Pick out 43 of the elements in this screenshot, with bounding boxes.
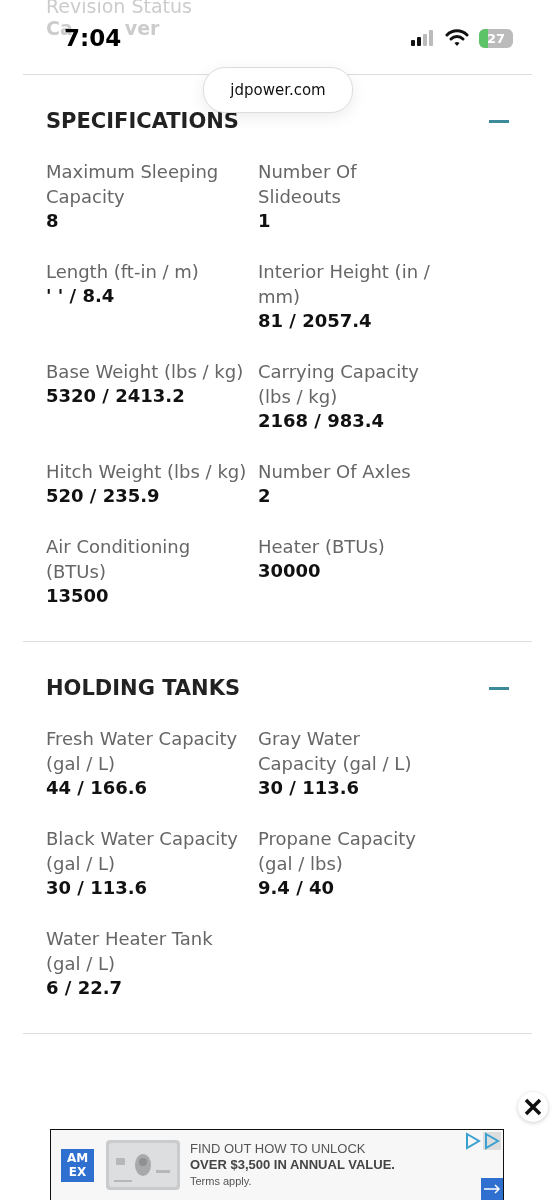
- field-label: Number Of Slideouts: [258, 160, 358, 209]
- field-label: Black Water Capacity (gal / L): [46, 827, 239, 876]
- field-label: Interior Height (in / mm): [258, 260, 431, 309]
- close-icon[interactable]: [518, 1092, 548, 1122]
- field-value: 13500: [46, 584, 109, 607]
- field-value: 44 / 166.6: [46, 776, 148, 799]
- arrow-right-icon[interactable]: [481, 1178, 503, 1200]
- ad-offer: OVER $3,500 IN ANNUAL VALUE.: [190, 1157, 395, 1173]
- field-value: 520 / 235.9: [46, 484, 160, 507]
- field-value: ' ' / 8.4: [46, 284, 115, 307]
- field-value: 5320 / 2413.2: [46, 384, 185, 407]
- section-title: HOLDING TANKS: [46, 676, 241, 700]
- ad-headline: FIND OUT HOW TO UNLOCK: [190, 1141, 367, 1157]
- field-value: 2168 / 983.4: [258, 409, 385, 432]
- field-label: Water Heater Tank (gal / L): [46, 927, 214, 976]
- field-value: 2: [258, 484, 271, 507]
- brand-logo: AM EX: [61, 1148, 94, 1182]
- wifi-icon: [445, 29, 469, 47]
- field-label: Air Conditioning (BTUs): [46, 535, 192, 584]
- field-value: 1: [258, 209, 271, 232]
- field-label: Base Weight (lbs / kg): [46, 360, 245, 384]
- field-label: Hitch Weight (lbs / kg): [46, 460, 248, 484]
- address-bar[interactable]: jdpower.com: [203, 67, 353, 113]
- battery-icon: 27: [479, 28, 513, 48]
- field-value: 30 / 113.6: [46, 876, 148, 899]
- field-label: Gray Water Capacity (gal / L): [258, 727, 413, 776]
- field-label: Number Of Axles: [258, 460, 412, 484]
- field-value: 81 / 2057.4: [258, 309, 372, 332]
- field-label: Maximum Sleeping Capacity: [46, 160, 220, 209]
- field-label: Heater (BTUs): [258, 535, 386, 559]
- field-value: 30 / 113.6: [258, 776, 360, 799]
- field-value: 8: [46, 209, 59, 232]
- ad-terms: Terms apply.: [190, 1174, 253, 1189]
- field-label: Carrying Capacity (lbs / kg): [258, 360, 420, 409]
- field-label: Propane Capacity (gal / lbs): [258, 827, 417, 876]
- field-label: Length (ft-in / m): [46, 260, 200, 284]
- field-value: 9.4 / 40: [258, 876, 335, 899]
- field-value: 6 / 22.7: [46, 976, 123, 999]
- field-label: Fresh Water Capacity (gal / L): [46, 727, 239, 776]
- ad-banner[interactable]: AM EX FIND OUT HOW TO UNLOCK OVER $3,500 IN ANNUAL VALUE. Terms apply.: [50, 1129, 504, 1200]
- ad-choices-icon[interactable]: [465, 1132, 501, 1150]
- signal-icon: [411, 30, 435, 46]
- field-value: 30000: [258, 559, 321, 582]
